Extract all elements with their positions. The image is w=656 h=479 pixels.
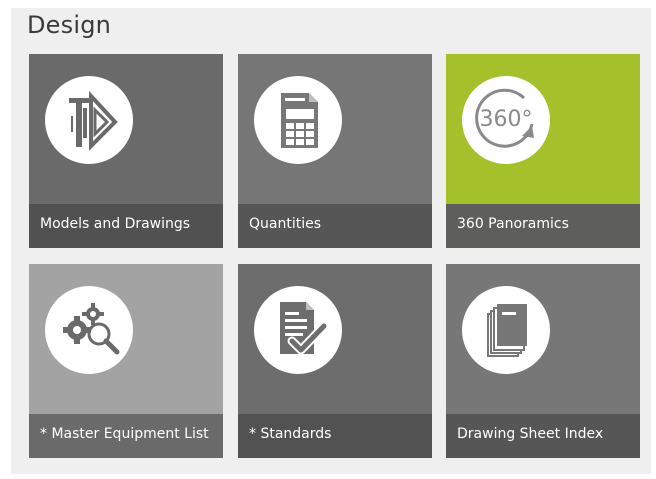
document-check-icon <box>254 286 342 374</box>
section-title: Design <box>27 11 112 39</box>
tile-360-panoramics[interactable]: 360° 360 Panoramics <box>446 54 640 248</box>
tile-quantities[interactable]: Quantities <box>238 54 432 248</box>
tile-models-and-drawings[interactable]: Models and Drawings <box>29 54 223 248</box>
tile-label: * Standards <box>249 426 332 442</box>
panorama-360-icon: 360° <box>462 76 550 164</box>
tile-drawing-sheet-index[interactable]: Drawing Sheet Index <box>446 264 640 458</box>
tile-label: Drawing Sheet Index <box>457 426 604 442</box>
tile-label-bar: * Master Equipment List <box>29 414 223 458</box>
tile-label-bar: Drawing Sheet Index <box>446 414 640 458</box>
calculator-document-icon <box>254 76 342 164</box>
panorama-360-text: 360° <box>480 107 533 132</box>
tile-label-bar: * Standards <box>238 414 432 458</box>
sheet-stack-icon <box>462 286 550 374</box>
tile-label-bar: Models and Drawings <box>29 204 223 248</box>
tile-label-bar: Quantities <box>238 204 432 248</box>
models-drawings-icon <box>45 76 133 164</box>
tile-label: 360 Panoramics <box>457 216 569 232</box>
tile-label-bar: 360 Panoramics <box>446 204 640 248</box>
tile-label: Quantities <box>249 216 322 232</box>
gears-search-icon <box>45 286 133 374</box>
tile-standards[interactable]: * Standards <box>238 264 432 458</box>
tile-master-equipment-list[interactable]: * Master Equipment List <box>29 264 223 458</box>
tile-label: * Master Equipment List <box>40 426 209 442</box>
tile-label: Models and Drawings <box>40 216 191 232</box>
